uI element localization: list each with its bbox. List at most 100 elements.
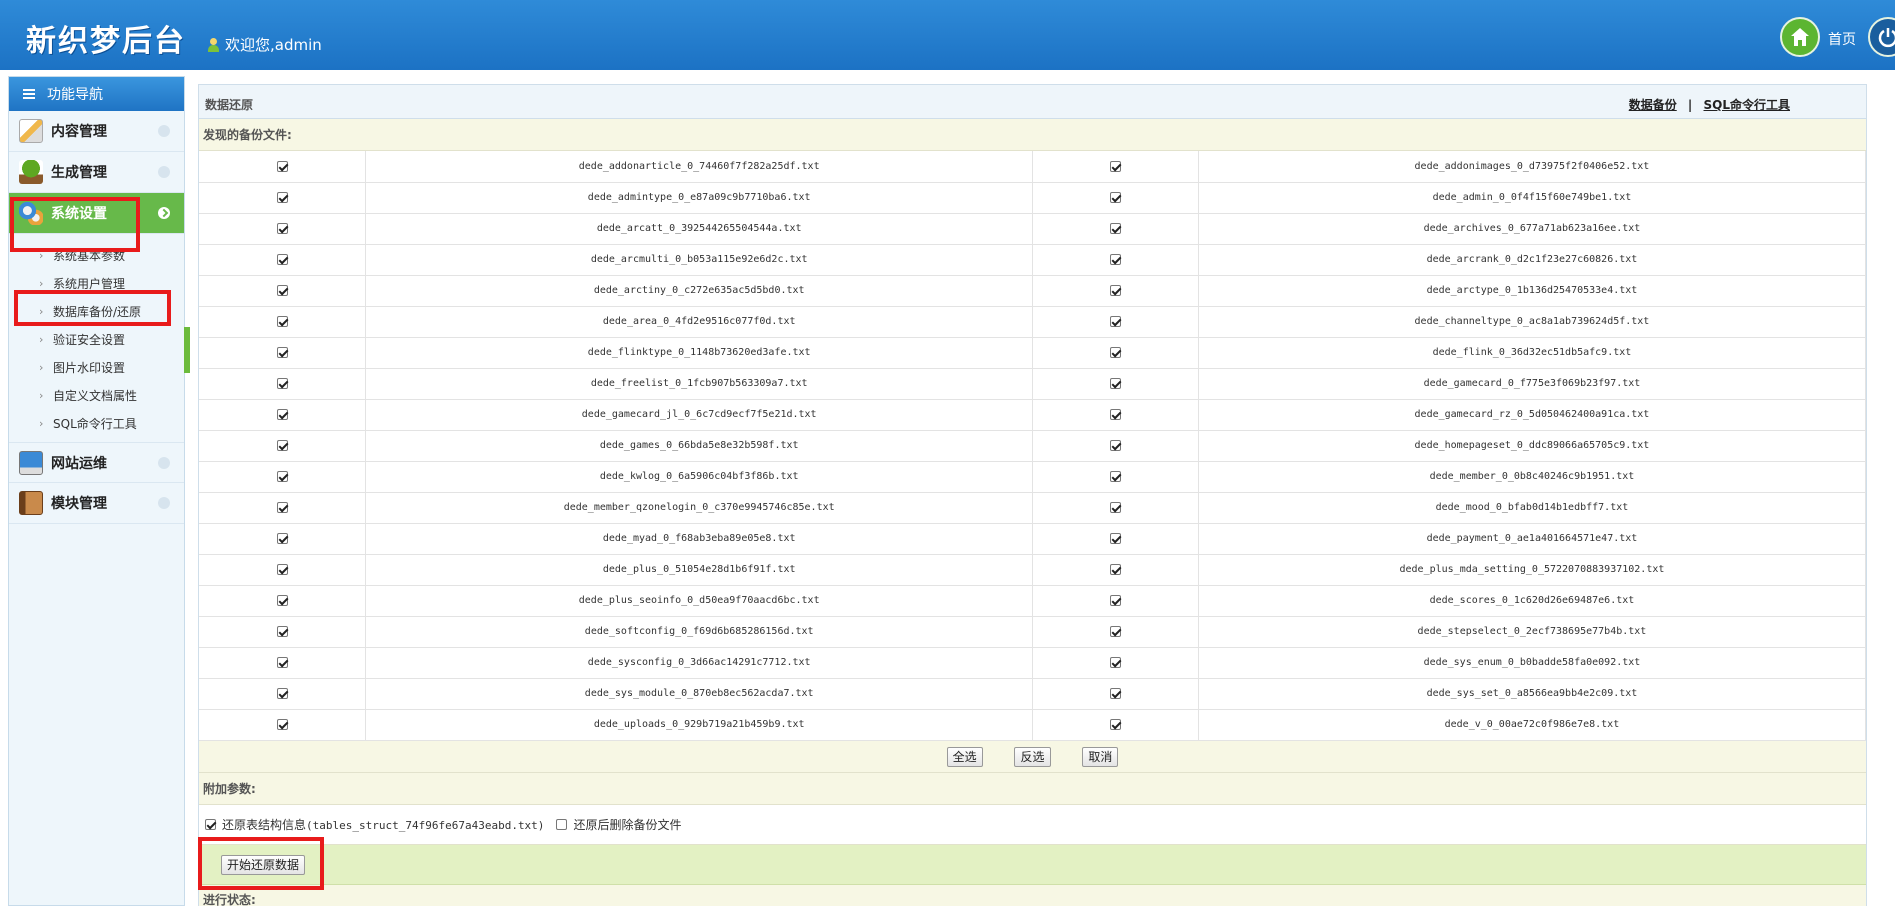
file-checkbox[interactable] [276, 470, 288, 482]
file-name: dede_payment_0_ae1a401664571e47.txt [1198, 523, 1867, 555]
invert-selection-button[interactable]: 反选 [1014, 746, 1051, 767]
file-checkbox[interactable] [1110, 284, 1122, 296]
file-checkbox[interactable] [1110, 191, 1122, 203]
submenu-security[interactable]: 验证安全设置 [9, 326, 184, 354]
file-checkbox[interactable] [1110, 160, 1122, 172]
submenu-label: 自定义文档属性 [53, 389, 138, 403]
checkbox-cell [199, 151, 367, 183]
file-checkbox[interactable] [1110, 222, 1122, 234]
checkbox-cell [1032, 399, 1199, 431]
file-checkbox[interactable] [1110, 625, 1122, 637]
file-checkbox[interactable] [1110, 408, 1122, 420]
submenu-watermark[interactable]: 图片水印设置 [9, 354, 184, 382]
file-checkbox[interactable] [1110, 563, 1122, 575]
menu-label: 网站运维 [51, 455, 107, 472]
file-name: dede_stepselect_0_2ecf738695e77b4b.txt [1198, 616, 1867, 648]
file-name: dede_member_qzonelogin_0_c370e9945746c85… [365, 492, 1034, 524]
delete-after-restore-checkbox[interactable] [556, 818, 568, 830]
file-checkbox[interactable] [276, 718, 288, 730]
found-files-label: 发现的备份文件: [199, 119, 1866, 151]
menu-content-management[interactable]: 内容管理 [9, 111, 184, 152]
submenu-sql-tool[interactable]: SQL命令行工具 [9, 410, 184, 438]
file-checkbox[interactable] [276, 284, 288, 296]
chevron-icon [158, 125, 170, 137]
file-checkbox[interactable] [276, 315, 288, 327]
file-checkbox[interactable] [1110, 718, 1122, 730]
file-checkbox[interactable] [276, 253, 288, 265]
file-name: dede_gamecard_jl_0_6c7cd9ecf7f5e21d.txt [365, 399, 1034, 431]
table-row: dede_arctiny_0_c272e635ac5d5bd0.txt dede_… [199, 275, 1867, 307]
menu-generate-management[interactable]: 生成管理 [9, 152, 184, 193]
file-checkbox[interactable] [1110, 253, 1122, 265]
file-name: dede_flinktype_0_1148b73620ed3afe.txt [365, 337, 1034, 369]
file-checkbox[interactable] [276, 346, 288, 358]
sidebar-collapse-handle[interactable] [184, 327, 190, 373]
file-checkbox[interactable] [1110, 594, 1122, 606]
menu-module-management[interactable]: 模块管理 [9, 483, 184, 524]
welcome-message: 欢迎您,admin [208, 34, 322, 55]
file-checkbox[interactable] [276, 656, 288, 668]
checkbox-cell [199, 182, 367, 214]
table-row: dede_games_0_66bda5e8e32b598f.txt dede_ho… [199, 430, 1867, 462]
restore-structure-checkbox[interactable] [205, 818, 216, 830]
checkbox-cell [199, 647, 367, 679]
menu-site-operations[interactable]: 网站运维 [9, 442, 184, 483]
file-name: dede_admintype_0_e87a09c9b7710ba6.txt [365, 182, 1034, 214]
chevron-icon [158, 207, 170, 219]
file-checkbox[interactable] [1110, 377, 1122, 389]
link-data-backup[interactable]: 数据备份 [1629, 98, 1677, 112]
user-icon [208, 37, 219, 52]
link-sql-tool[interactable]: SQL命令行工具 [1704, 98, 1791, 112]
file-name: dede_sys_enum_0_b0badde58fa0e092.txt [1198, 647, 1867, 679]
checkbox-cell [199, 678, 367, 710]
file-name: dede_myad_0_f68ab3eba89e05e8.txt [365, 523, 1034, 555]
table-row: dede_admintype_0_e87a09c9b7710ba6.txt ded… [199, 182, 1867, 214]
file-checkbox[interactable] [276, 222, 288, 234]
home-button[interactable] [1780, 17, 1820, 57]
file-checkbox[interactable] [276, 160, 288, 172]
restore-structure-text: 还原表结构信息 [222, 817, 307, 832]
file-checkbox[interactable] [276, 563, 288, 575]
file-checkbox[interactable] [1110, 470, 1122, 482]
cancel-selection-button[interactable]: 取消 [1082, 746, 1119, 767]
table-row: dede_addonarticle_0_74460f7f282a25df.txt… [199, 151, 1867, 183]
checkbox-cell [1032, 368, 1199, 400]
home-link[interactable]: 首页 [1828, 29, 1856, 49]
table-row: dede_uploads_0_929b719a21b459b9.txt dede_… [199, 709, 1867, 741]
chevron-icon [158, 457, 170, 469]
logout-button[interactable] [1868, 17, 1895, 57]
file-checkbox[interactable] [1110, 656, 1122, 668]
table-row: dede_gamecard_jl_0_6c7cd9ecf7f5e21d.txt d… [199, 399, 1867, 431]
extra-params-label: 附加参数: [199, 772, 1866, 805]
file-name: dede_scores_0_1c620d26e69487e6.txt [1198, 585, 1867, 617]
nav-title: 功能导航 [47, 87, 103, 103]
file-checkbox[interactable] [276, 687, 288, 699]
file-checkbox[interactable] [276, 625, 288, 637]
file-checkbox[interactable] [276, 377, 288, 389]
file-checkbox[interactable] [1110, 346, 1122, 358]
file-name: dede_archives_0_677a71ab623a16ee.txt [1198, 213, 1867, 245]
file-checkbox[interactable] [276, 532, 288, 544]
file-checkbox[interactable] [276, 191, 288, 203]
checkbox-cell [1032, 709, 1199, 741]
file-name: dede_plus_0_51054e28d1b6f91f.txt [365, 554, 1034, 586]
file-checkbox[interactable] [276, 408, 288, 420]
file-checkbox[interactable] [1110, 532, 1122, 544]
submenu-doc-attributes[interactable]: 自定义文档属性 [9, 382, 184, 410]
checkbox-cell [199, 306, 367, 338]
file-checkbox[interactable] [1110, 687, 1122, 699]
nav-header: 功能导航 [9, 77, 184, 111]
file-checkbox[interactable] [1110, 501, 1122, 513]
highlight-start-restore [198, 837, 324, 890]
status-label: 进行状态: [199, 884, 1866, 906]
select-all-button[interactable]: 全选 [946, 746, 983, 767]
checkbox-cell [1032, 492, 1199, 524]
title-links: 数据备份 | SQL命令行工具 [1629, 96, 1790, 113]
file-checkbox[interactable] [276, 501, 288, 513]
file-checkbox[interactable] [1110, 439, 1122, 451]
file-checkbox[interactable] [276, 439, 288, 451]
checkbox-cell [199, 585, 367, 617]
file-checkbox[interactable] [1110, 315, 1122, 327]
file-name: dede_arctiny_0_c272e635ac5d5bd0.txt [365, 275, 1034, 307]
file-checkbox[interactable] [276, 594, 288, 606]
